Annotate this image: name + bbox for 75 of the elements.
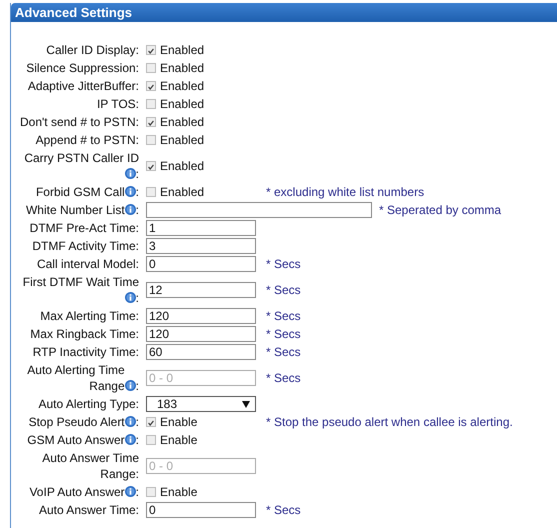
label-colon: : [136, 185, 139, 199]
checkbox[interactable] [146, 161, 156, 171]
option-label: Enable [160, 484, 198, 500]
checkbox[interactable] [146, 417, 156, 427]
checkbox[interactable] [146, 135, 156, 145]
checkbox[interactable] [146, 45, 156, 55]
option-label: Enable [160, 414, 198, 430]
field-label: Silence Suppression: [26, 60, 139, 76]
field-label: DTMF Pre-Act Time: [30, 220, 139, 236]
checkbox[interactable] [146, 81, 156, 91]
field-label: VoIP Auto Answer [29, 484, 125, 500]
hint-text: * Secs [265, 256, 301, 272]
hint-text: * Stop the pseudo alert when callee is alerting. [265, 414, 513, 430]
field-label: Caller ID Display: [46, 42, 139, 58]
field-label: Max Ringback Time: [30, 326, 139, 342]
option-label: Enabled [160, 60, 204, 76]
input-field[interactable]: 3 [146, 238, 256, 254]
input-field[interactable]: 120 [146, 308, 256, 324]
hint-text: * Secs [265, 282, 301, 298]
hint-text: * Secs [265, 502, 301, 518]
input-field[interactable]: 12 [146, 282, 256, 298]
input-field[interactable]: 0 [146, 502, 256, 518]
input-field[interactable]: 1 [146, 220, 256, 236]
input-field[interactable]: 60 [146, 344, 256, 360]
field-label: GSM Auto Answer [27, 432, 125, 448]
hint-text: * Secs [265, 326, 301, 342]
field-label: Append # to PSTN: [36, 132, 139, 148]
hint-text: * Secs [265, 370, 301, 386]
field-label: Stop Pseudo Alert [28, 414, 125, 430]
hint-text: * Secs [265, 344, 301, 360]
label-colon: : [136, 379, 139, 393]
input-field[interactable] [146, 202, 372, 218]
option-label: Enabled [160, 132, 204, 148]
hint-text: * Seperated by comma [378, 202, 502, 218]
field-label: White Number List [26, 202, 125, 218]
label-colon: : [136, 433, 139, 447]
option-label: Enabled [160, 96, 204, 112]
field-label: RTP Inactivity Time: [32, 344, 139, 360]
input-field[interactable]: 120 [146, 326, 256, 342]
field-label: Call interval Model: [36, 256, 139, 272]
field-label: DTMF Activity Time: [32, 238, 139, 254]
option-label: Enable [160, 432, 198, 448]
checkbox[interactable] [146, 99, 156, 109]
input-field[interactable]: 0 [146, 256, 256, 272]
panel-header: Advanced Settings [11, 3, 557, 22]
dropdown[interactable]: 183 [146, 396, 256, 412]
field-label: Auto Alerting Time Range [26, 362, 125, 394]
hint-text: * Secs [265, 308, 301, 324]
hint-text: * excluding white list numbers [265, 184, 424, 200]
field-label: Forbid GSM Call [36, 184, 125, 200]
field-label: Don't send # to PSTN: [20, 114, 139, 130]
checkbox[interactable] [146, 63, 156, 73]
field-label: Auto Answer Time Range: [41, 450, 139, 482]
option-label: Enabled [160, 78, 204, 94]
label-colon: : [136, 291, 139, 305]
option-label: Enabled [160, 42, 204, 58]
checkbox[interactable] [146, 487, 156, 497]
label-colon: : [136, 203, 139, 217]
checkbox[interactable] [146, 187, 156, 197]
field-label: First DTMF Wait Time [22, 274, 139, 290]
field-label: Adaptive JitterBuffer: [28, 78, 139, 94]
option-label: Enabled [160, 184, 204, 200]
label-colon: : [136, 485, 139, 499]
field-label: Max Alerting Time: [40, 308, 139, 324]
option-label: Enabled [160, 114, 204, 130]
field-label: Carry PSTN Caller ID [24, 150, 139, 166]
caret-icon [242, 400, 250, 408]
option-label: Enabled [160, 158, 204, 174]
label-colon: : [136, 167, 139, 181]
label-colon: : [136, 415, 139, 429]
field-label: IP TOS: [96, 96, 139, 112]
checkbox[interactable] [146, 435, 156, 445]
checkbox[interactable] [146, 117, 156, 127]
field-label: Auto Answer Time: [38, 502, 139, 518]
field-label: Auto Alerting Type: [38, 396, 139, 412]
